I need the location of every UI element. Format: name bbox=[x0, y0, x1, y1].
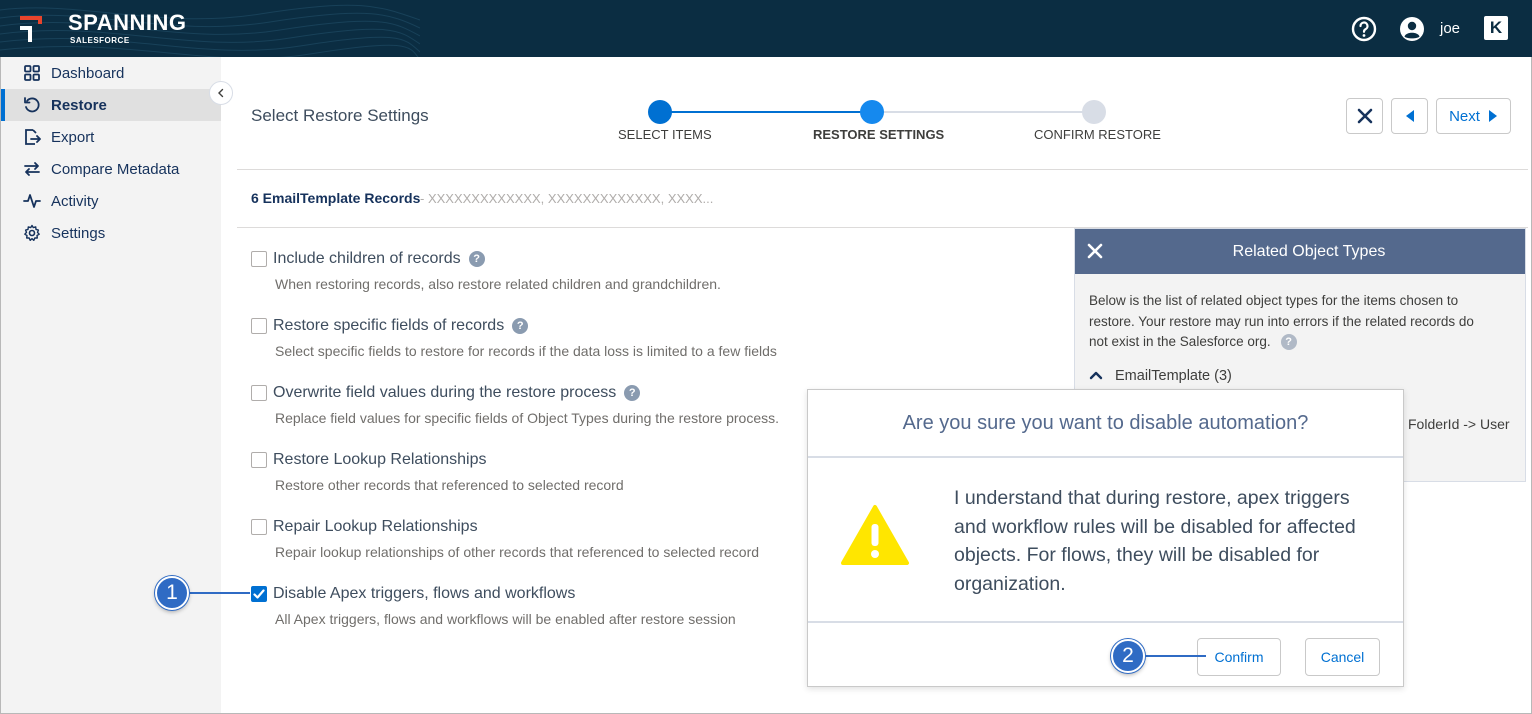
modal-message: I understand that during restore, apex t… bbox=[954, 487, 1356, 595]
sidebar-item-label: Dashboard bbox=[51, 64, 125, 82]
callout-1-connector bbox=[188, 592, 250, 594]
chevron-up-icon bbox=[1089, 371, 1103, 380]
callout-2-badge: 2 bbox=[1111, 639, 1145, 673]
compare-icon bbox=[24, 162, 40, 176]
option-description: When restoring records, also restore rel… bbox=[275, 276, 721, 292]
step-restore-settings: RESTORE SETTINGS bbox=[813, 127, 945, 142]
option-label: Restore specific fields of records bbox=[273, 317, 505, 334]
activity-icon bbox=[23, 194, 41, 208]
brand-subtitle: SALESFORCE bbox=[70, 36, 130, 45]
sidebar-item-label: Settings bbox=[51, 224, 106, 242]
restore-lookup-checkbox[interactable] bbox=[251, 452, 267, 468]
brand-name: SPANNING bbox=[68, 10, 187, 35]
sidebar-item-dashboard[interactable]: Dashboard bbox=[1, 57, 221, 89]
close-icon bbox=[1357, 108, 1372, 124]
help-icon[interactable]: ? bbox=[1280, 334, 1297, 350]
restore-specific-fields-checkbox[interactable] bbox=[251, 318, 267, 334]
modal-body: I understand that during restore, apex t… bbox=[808, 460, 1403, 623]
option-label: Repair Lookup Relationships bbox=[273, 518, 478, 535]
records-ids: - XXXXXXXXXXXXX, XXXXXXXXXXXXX, XXXX... bbox=[420, 191, 714, 206]
restore-icon bbox=[24, 97, 40, 113]
export-icon bbox=[25, 129, 41, 145]
option-description: Replace field values for specific fields… bbox=[275, 410, 779, 426]
kaseya-logo-icon[interactable]: K bbox=[1484, 16, 1508, 40]
help-circle-icon[interactable] bbox=[1351, 16, 1377, 42]
related-panel-title: Related Object Types bbox=[1232, 243, 1386, 260]
sidebar-item-label: Compare Metadata bbox=[51, 160, 180, 178]
sidebar-item-label: Restore bbox=[51, 96, 107, 114]
option-label: Restore Lookup Relationships bbox=[273, 451, 487, 468]
sidebar-item-label: Export bbox=[51, 128, 95, 146]
disable-automation-modal: Are you sure you want to disable automat… bbox=[807, 389, 1404, 687]
related-object-name: EmailTemplate (3) bbox=[1115, 368, 1232, 384]
help-icon[interactable]: ? bbox=[624, 385, 641, 401]
related-object-item[interactable]: EmailTemplate (3) bbox=[1089, 368, 1232, 384]
next-button[interactable]: Next bbox=[1436, 98, 1511, 134]
triangle-right-icon bbox=[1488, 110, 1497, 122]
sidebar-item-activity[interactable]: Activity bbox=[1, 185, 221, 217]
overwrite-field-values-checkbox[interactable] bbox=[251, 385, 267, 401]
option-description: Restore other records that referenced to… bbox=[275, 477, 624, 493]
step-select-items: SELECT ITEMS bbox=[618, 127, 712, 142]
cancel-button[interactable]: Cancel bbox=[1305, 638, 1380, 676]
chevron-left-icon bbox=[218, 88, 224, 98]
checkmark-icon bbox=[253, 589, 265, 599]
header-divider bbox=[237, 169, 1528, 170]
related-relation: FolderId -> User bbox=[1408, 416, 1510, 432]
header-wave-decoration bbox=[0, 4, 420, 57]
sidebar-item-export[interactable]: Export bbox=[1, 121, 221, 153]
progress-stepper bbox=[648, 100, 1106, 124]
user-avatar-icon[interactable] bbox=[1399, 16, 1425, 42]
modal-header: Are you sure you want to disable automat… bbox=[808, 390, 1403, 458]
sidebar-collapse-button[interactable] bbox=[209, 81, 233, 105]
step-confirm-restore: CONFIRM RESTORE bbox=[1034, 127, 1161, 142]
triangle-left-icon bbox=[1405, 110, 1414, 122]
grid-icon bbox=[24, 65, 40, 81]
option-label: Disable Apex triggers, flows and workflo… bbox=[273, 585, 576, 602]
option-description: Repair lookup relationships of other rec… bbox=[275, 544, 760, 560]
option-label: Include children of records bbox=[273, 250, 461, 267]
page-title: Select Restore Settings bbox=[251, 106, 429, 125]
user-name[interactable]: joe bbox=[1440, 20, 1460, 37]
step-dot-restore-settings bbox=[860, 100, 884, 124]
include-children-checkbox[interactable] bbox=[251, 251, 267, 267]
sidebar-item-restore[interactable]: Restore bbox=[1, 89, 221, 121]
close-wizard-button[interactable] bbox=[1346, 98, 1383, 134]
repair-lookup-checkbox[interactable] bbox=[251, 519, 267, 535]
option-label: Overwrite field values during the restor… bbox=[273, 384, 617, 401]
help-icon[interactable]: ? bbox=[512, 318, 529, 334]
records-title: 6 EmailTemplate Records bbox=[251, 190, 421, 206]
sidebar-item-label: Activity bbox=[51, 192, 99, 210]
disable-automation-checkbox[interactable] bbox=[251, 586, 267, 602]
option-description: All Apex triggers, flows and workflows w… bbox=[275, 611, 736, 627]
warning-triangle-icon bbox=[841, 505, 909, 565]
step-dot-confirm-restore bbox=[1082, 100, 1106, 124]
sidebar-item-settings[interactable]: Settings bbox=[1, 217, 221, 249]
related-panel-description: Below is the list of related object type… bbox=[1089, 291, 1479, 353]
callout-2-connector bbox=[1144, 655, 1206, 657]
related-panel-header: Related Object Types bbox=[1075, 229, 1525, 274]
sidebar-item-compare-metadata[interactable]: Compare Metadata bbox=[1, 153, 221, 185]
step-dot-select-items bbox=[648, 100, 672, 124]
sidebar: Dashboard Restore Export Compare Metadat… bbox=[1, 57, 221, 713]
confirm-button[interactable]: Confirm bbox=[1197, 638, 1281, 676]
gear-icon bbox=[24, 224, 40, 241]
callout-1-badge: 1 bbox=[155, 576, 189, 610]
back-button[interactable] bbox=[1391, 98, 1428, 134]
option-description: Select specific fields to restore for re… bbox=[275, 343, 777, 359]
spanning-logo-icon bbox=[20, 16, 42, 42]
top-bar: SPANNING SALESFORCE joe K bbox=[0, 0, 1532, 57]
help-icon[interactable]: ? bbox=[468, 251, 485, 267]
next-button-label: Next bbox=[1449, 107, 1480, 125]
modal-title: Are you sure you want to disable automat… bbox=[902, 412, 1309, 434]
